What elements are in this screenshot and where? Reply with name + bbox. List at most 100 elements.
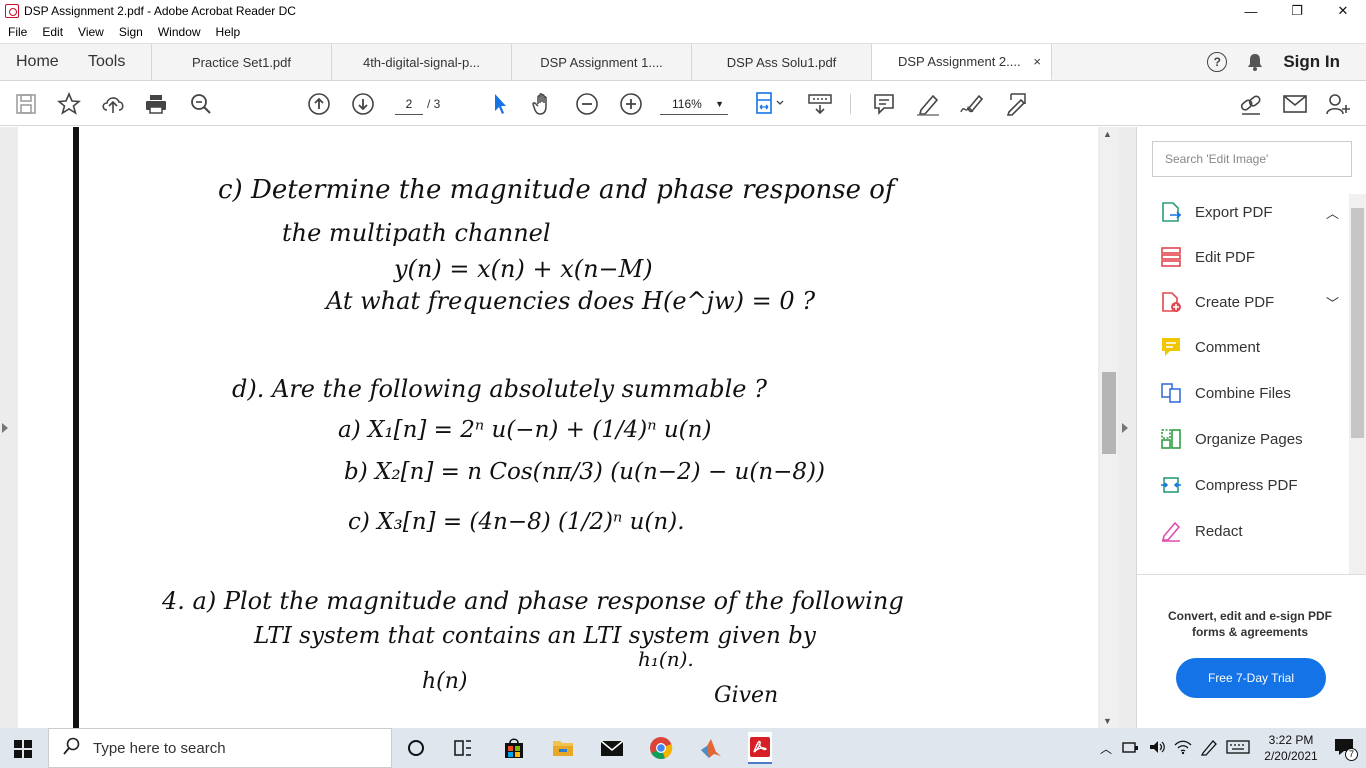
minimize-button[interactable]: —: [1228, 0, 1274, 22]
doc-tab-label: 4th-digital-signal-p...: [362, 54, 481, 70]
bell-icon[interactable]: [1247, 53, 1263, 71]
menu-file[interactable]: File: [0, 25, 34, 39]
tool-label: Compress PDF: [1195, 476, 1298, 494]
chrome-icon[interactable]: [649, 736, 673, 760]
scrollbar-thumb[interactable]: [1102, 372, 1116, 454]
doc-tab-4th-digital[interactable]: 4th-digital-signal-p...: [332, 44, 512, 80]
zoom-in-icon[interactable]: [617, 90, 645, 118]
scroll-mode-icon[interactable]: [806, 90, 834, 118]
free-trial-button[interactable]: Free 7-Day Trial: [1176, 658, 1326, 698]
tools-pane-scrollbar[interactable]: [1349, 194, 1366, 574]
tool-compress-pdf[interactable]: Compress PDF: [1159, 470, 1339, 500]
left-pane-toggle-icon[interactable]: [2, 423, 8, 433]
organize-pages-icon: [1159, 427, 1183, 451]
compress-pdf-icon: [1159, 473, 1183, 497]
add-user-icon[interactable]: [1324, 90, 1352, 118]
tool-label: Redact: [1195, 522, 1243, 540]
tools-search-input[interactable]: Search 'Edit Image': [1152, 141, 1352, 177]
edit-pdf-icon: [1159, 245, 1183, 269]
doc-tab-dsp-assignment-2[interactable]: DSP Assignment 2.... ×: [872, 44, 1052, 80]
clock[interactable]: 3:22 PM 2/20/2021: [1256, 732, 1326, 764]
doc-line-h1: h₁(n).: [638, 647, 694, 671]
doc-line-lti: LTI system that contains an LTI system g…: [254, 623, 816, 649]
doc-tab-dsp-assignment-1[interactable]: DSP Assignment 1....: [512, 44, 692, 80]
notification-icon[interactable]: 7: [1334, 738, 1358, 761]
chevron-down-icon[interactable]: ﹀: [1326, 293, 1339, 312]
tab-home[interactable]: Home: [0, 44, 72, 80]
doc-line-dc: c) X₃[n] = (4n−8) (1/2)ⁿ u(n).: [348, 509, 685, 535]
acrobat-taskbar-icon[interactable]: [748, 732, 772, 764]
store-icon[interactable]: [502, 736, 526, 760]
close-window-button[interactable]: ✕: [1320, 0, 1366, 22]
menu-view[interactable]: View: [70, 25, 111, 39]
keyboard-icon[interactable]: [1226, 739, 1250, 758]
document-scrollbar[interactable]: ▲ ▼: [1100, 127, 1118, 728]
matlab-icon[interactable]: [699, 736, 723, 760]
combine-files-icon: [1159, 381, 1183, 405]
doc-line-hn: h(n): [422, 669, 468, 694]
zoom-search-icon[interactable]: [187, 90, 215, 118]
upload-cloud-icon[interactable]: [99, 90, 127, 118]
sign-icon[interactable]: [958, 90, 986, 118]
volume-icon[interactable]: [1148, 739, 1166, 758]
tool-comment[interactable]: Comment: [1159, 332, 1339, 362]
email-icon[interactable]: [1281, 90, 1309, 118]
help-icon[interactable]: ?: [1207, 52, 1228, 72]
menu-help[interactable]: Help: [208, 25, 248, 39]
file-explorer-icon[interactable]: [551, 736, 575, 760]
scroll-down-icon[interactable]: ▼: [1103, 716, 1112, 726]
tool-redact[interactable]: Redact: [1159, 516, 1339, 546]
zoom-level-select[interactable]: 116% ▼: [660, 93, 728, 115]
save-icon[interactable]: [12, 90, 40, 118]
tool-edit-pdf[interactable]: Edit PDF: [1159, 242, 1339, 272]
wifi-icon[interactable]: [1174, 739, 1192, 758]
tool-label: Edit PDF: [1195, 248, 1256, 266]
comment-icon[interactable]: [870, 90, 898, 118]
mail-icon[interactable]: [600, 736, 624, 760]
tab-tools[interactable]: Tools: [72, 44, 152, 80]
panel-divider: [1136, 574, 1366, 575]
scrollbar-thumb[interactable]: [1351, 208, 1364, 438]
windows-start-icon[interactable]: [14, 740, 32, 758]
share-link-icon[interactable]: [1237, 90, 1265, 118]
export-pdf-icon: [1159, 200, 1183, 224]
fit-page-icon[interactable]: [750, 90, 790, 118]
fill-sign-icon[interactable]: [1002, 90, 1030, 118]
page-number-input[interactable]: 2: [395, 93, 423, 115]
pen-icon[interactable]: [1200, 738, 1218, 759]
cortana-icon[interactable]: [404, 736, 428, 760]
doc-tab-label: DSP Assignment 2....: [898, 54, 1021, 69]
document-viewer[interactable]: c) Determine the magnitude and phase res…: [0, 127, 1136, 728]
task-view-icon[interactable]: [451, 736, 475, 760]
sign-in-button[interactable]: Sign In: [1283, 52, 1340, 72]
page-down-icon[interactable]: [349, 90, 377, 118]
select-cursor-icon[interactable]: [486, 90, 514, 118]
menu-window[interactable]: Window: [150, 25, 208, 39]
close-tab-icon[interactable]: ×: [1033, 54, 1041, 69]
taskbar-search-input[interactable]: Type here to search: [48, 728, 392, 768]
bookmark-star-icon[interactable]: [55, 90, 83, 118]
zoom-out-icon[interactable]: [573, 90, 601, 118]
doc-line-db: b) X₂[n] = n Cos(nπ/3) (u(n−2) − u(n−8)): [344, 459, 825, 485]
menu-sign[interactable]: Sign: [111, 25, 150, 39]
tool-create-pdf[interactable]: Create PDF ﹀: [1159, 287, 1339, 317]
print-icon[interactable]: [142, 90, 170, 118]
doc-tab-dsp-ass-solu1[interactable]: DSP Ass Solu1.pdf: [692, 44, 872, 80]
restore-button[interactable]: ❐: [1274, 0, 1320, 22]
promo-text: Convert, edit and e-sign PDF forms & agr…: [1167, 609, 1332, 639]
chevron-up-icon[interactable]: ︿: [1100, 740, 1112, 757]
tool-combine-files[interactable]: Combine Files: [1159, 378, 1339, 408]
scroll-up-icon[interactable]: ▲: [1103, 129, 1112, 139]
doc-tab-practice-set1[interactable]: Practice Set1.pdf: [152, 44, 332, 80]
chevron-up-icon[interactable]: ︿: [1326, 203, 1339, 222]
tool-organize-pages[interactable]: Organize Pages: [1159, 424, 1339, 454]
right-pane-toggle-icon[interactable]: [1122, 423, 1128, 433]
menu-edit[interactable]: Edit: [34, 25, 70, 39]
toolbar-divider: [850, 94, 851, 114]
highlight-pen-icon[interactable]: [914, 90, 942, 118]
tool-export-pdf[interactable]: Export PDF ︿: [1159, 197, 1339, 227]
hand-tool-icon[interactable]: [529, 90, 557, 118]
network-icon[interactable]: [1122, 740, 1140, 757]
pdf-page: c) Determine the magnitude and phase res…: [18, 127, 1098, 728]
page-up-icon[interactable]: [305, 90, 333, 118]
